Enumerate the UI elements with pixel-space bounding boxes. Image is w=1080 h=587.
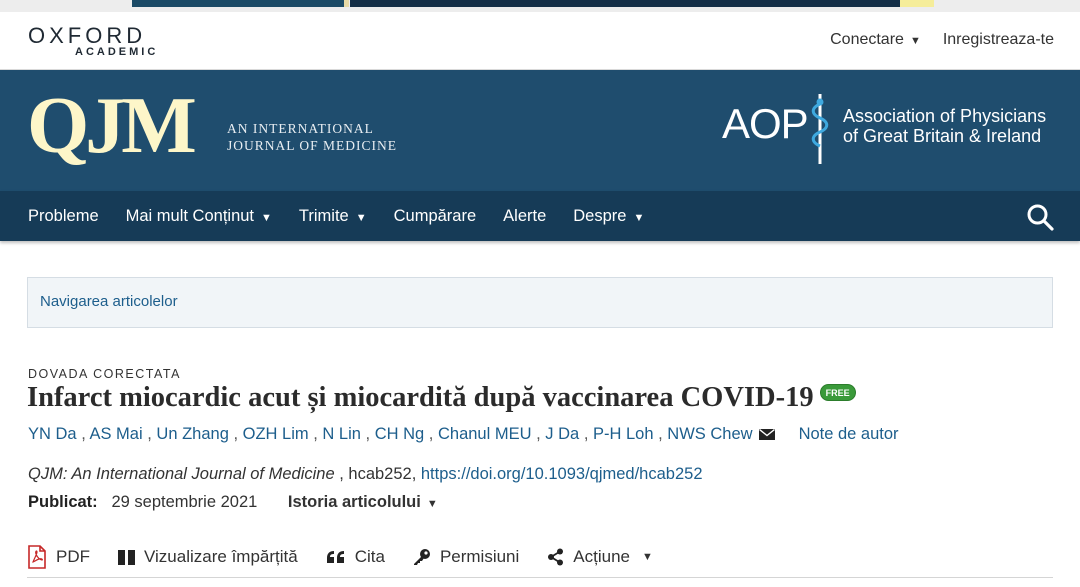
mail-icon[interactable] [758,429,775,440]
journal-subtitle-line1: AN INTERNATIONAL [227,121,374,136]
chevron-down-icon: ▼ [426,498,438,510]
nav-item-label: Cumpărare [393,206,477,225]
register-link[interactable]: Inregistreaza-te [943,31,1054,49]
nav-item-label: Probleme [28,206,99,225]
permissions-button[interactable]: Permisiuni [413,547,519,567]
logo-sub: ACADEMIC [75,46,159,58]
chevron-down-icon: ▼ [261,211,272,224]
article-history-toggle[interactable]: Istoria articolului ▼ [288,493,438,511]
author-link[interactable]: P-H Loh [593,425,654,443]
nav-item-label: Trimite [298,206,349,225]
author-separator: , [308,425,323,443]
author-separator: , [579,425,593,443]
author-separator: , [76,425,90,443]
permissions-label: Permisiuni [439,547,520,566]
article-title-text: Infarct miocardic acut și miocardită dup… [27,382,814,413]
nav-menu: Probleme Mai mult Conținut ▼ Trimite ▼ Cumpăr… [28,191,644,241]
free-badge: FREE [819,384,856,401]
site-header: OXFORD ACADEMIC Conectare ▼ Inregistreaza… [0,12,1080,70]
partner-name: Association of Physicians of Great Brita… [843,106,1046,146]
nav-item[interactable]: Despre ▼ [573,207,644,226]
share-icon [548,548,564,566]
article-type-label: DOVADA CORECTATA [28,367,181,381]
author-link[interactable]: CH Ng [375,425,425,443]
quote-icon [326,551,344,563]
split-view-button[interactable]: Vizualizare împărțită [118,547,298,567]
pdf-button[interactable]: PDF [27,545,90,569]
nav-item[interactable]: Alerte [503,207,546,226]
chevron-down-icon: ▼ [909,35,921,47]
journal-name: QJM: An International Journal of Medicin… [28,465,335,483]
logo-word: OXFORD [28,23,147,48]
published-date: 29 septembrie 2021 [111,493,258,511]
chevron-down-icon: ▼ [355,211,367,224]
article-toolbar: PDF Vizualizare împărțită Cita Permisiun… [27,540,653,574]
partner-line1: Association of Physicians [843,106,1047,126]
chevron-down-icon: ▼ [642,551,653,563]
divider [27,577,1053,578]
author-link[interactable]: J Da [545,425,579,443]
actions-label: Acțiune [573,547,630,566]
cite-label: Cita [354,547,385,566]
ad-segment [132,0,344,7]
qjm-logo[interactable]: QJM [27,86,197,166]
ad-segment [350,0,900,7]
nav-item-label: Mai mult Conținut [125,206,255,225]
author-link[interactable]: OZH Lim [243,425,309,443]
author-notes-link[interactable]: Note de autor [799,425,899,443]
author-link[interactable]: AS Mai [89,425,142,443]
nav-item-label: Alerte [503,206,547,225]
author-list: YN Da , AS Mai , Un Zhang , OZH Lim , N … [28,425,899,444]
nav-item[interactable]: Trimite ▼ [299,207,367,226]
chevron-down-icon: ▼ [633,211,645,224]
citation-line: QJM: An International Journal of Medicin… [28,465,703,484]
key-icon [413,549,430,565]
journal-nav: Probleme Mai mult Conținut ▼ Trimite ▼ Cumpăr… [0,191,1080,241]
split-view-label: Vizualizare împărțită [144,547,298,566]
login-button[interactable]: Conectare ▼ [830,31,921,49]
journal-banner: QJM AN INTERNATIONAL JOURNAL OF MEDICINE… [0,70,1080,191]
author-separator: , [142,425,157,443]
nav-item-label: Despre [573,206,627,225]
journal-subtitle: AN INTERNATIONAL JOURNAL OF MEDICINE [227,120,397,154]
article-navigation-label: Navigarea articolelor [40,293,178,310]
partner-line2: of Great Britain & Ireland [843,126,1042,146]
split-view-icon [118,549,135,565]
search-icon[interactable] [1026,203,1054,231]
nav-item[interactable]: Cumpărare [394,207,477,226]
ad-segment [900,0,934,7]
pdf-label: PDF [56,547,90,566]
ad-segment [344,0,349,7]
nav-item[interactable]: Mai mult Conținut ▼ [126,207,272,226]
aop-logo[interactable]: AOP [722,102,809,146]
author-link[interactable]: NWS Chew [667,425,752,443]
login-label: Conectare [830,31,904,48]
cite-button[interactable]: Cita [326,547,385,567]
ad-banner-strip[interactable] [0,0,1080,12]
account-links: Conectare ▼ Inregistreaza-te [830,31,1054,49]
citation-id: , hcab252, [334,465,421,483]
author-link[interactable]: YN Da [28,425,77,443]
author-separator: , [424,425,438,443]
publication-info: Publicat: 29 septembrie 2021 Istoria art… [28,493,438,512]
article-title: Infarct miocardic acut și miocardită dup… [27,382,856,414]
oxford-academic-logo[interactable]: OXFORD ACADEMIC [28,23,155,59]
article-history-label: Istoria articolului [287,493,421,511]
pdf-icon [28,545,46,569]
author-separator: , [228,425,243,443]
article-navigation-panel[interactable]: Navigarea articolelor [27,277,1053,328]
actions-menu[interactable]: Acțiune ▼ [547,547,653,567]
author-link[interactable]: Chanul MEU [438,425,532,443]
author-separator: , [360,425,375,443]
caduceus-icon [811,94,829,164]
author-link[interactable]: N Lin [322,425,361,443]
doi-link[interactable]: https://doi.org/10.1093/qjmed/hcab252 [421,465,703,483]
author-separator: , [653,425,668,443]
author-link[interactable]: Un Zhang [156,425,228,443]
nav-item[interactable]: Probleme [28,207,99,226]
published-label: Publicat: [28,493,98,511]
author-separator: , [531,425,546,443]
journal-subtitle-line2: JOURNAL OF MEDICINE [227,138,397,153]
